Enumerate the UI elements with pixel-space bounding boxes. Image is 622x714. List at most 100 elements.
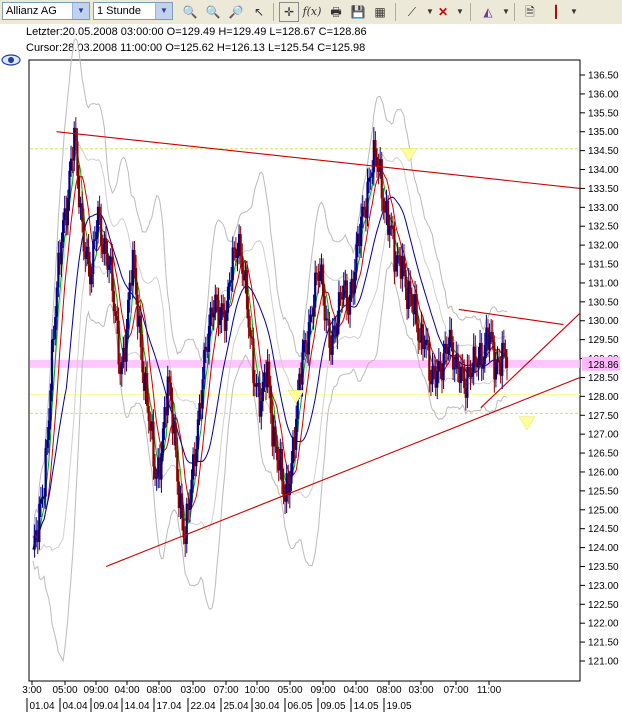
x-tick-date-label: 01.04 <box>29 701 54 712</box>
candle-body <box>255 384 258 387</box>
y-tick-label: 130.50 <box>588 297 619 308</box>
candle-body <box>331 330 334 355</box>
x-tick-date-label: 25.04 <box>223 701 248 712</box>
candle-body <box>54 317 57 339</box>
candle-body <box>161 428 165 454</box>
candle-body <box>55 287 58 318</box>
candle-body <box>90 274 93 285</box>
y-tick-label: 132.00 <box>588 241 619 252</box>
candle-body <box>290 463 293 484</box>
candle-body <box>50 339 54 391</box>
candle-body <box>410 293 413 306</box>
candle-body <box>139 315 142 348</box>
y-tick-label: 128.50 <box>588 373 619 384</box>
candle-body <box>125 328 128 362</box>
y-tick-label: 125.00 <box>588 505 619 516</box>
y-tick-label: 126.50 <box>588 449 619 460</box>
x-tick-date-label: 19.05 <box>386 701 411 712</box>
candle-body <box>233 247 236 249</box>
candle-body <box>442 353 445 381</box>
candle-body <box>46 440 49 448</box>
candle-body <box>249 327 252 337</box>
candle-body <box>488 332 491 350</box>
y-tick-label: 127.00 <box>588 430 619 441</box>
candle-body <box>339 292 342 297</box>
candle-body <box>314 272 317 308</box>
candle-body <box>114 311 117 317</box>
candle-body <box>450 329 453 343</box>
y-tick-label: 132.50 <box>588 222 619 233</box>
current-price-label: 128.86 <box>588 360 619 371</box>
candle-body <box>276 446 279 461</box>
y-tick-label: 130.00 <box>588 316 619 327</box>
x-tick-date-label: 06.05 <box>287 701 312 712</box>
candle-body <box>323 295 326 321</box>
candle-body <box>93 239 96 241</box>
candle-body <box>245 270 249 310</box>
candle-body <box>207 325 211 352</box>
candle-body <box>391 225 394 229</box>
candle-body <box>174 422 177 451</box>
candle-body <box>452 342 455 370</box>
candle-body <box>239 234 242 257</box>
x-tick-time-label: 04:00 <box>114 685 139 696</box>
candle-body <box>201 379 204 409</box>
candle-body <box>252 338 255 384</box>
candle-body <box>483 345 486 364</box>
x-tick-date-label: 14.05 <box>353 701 378 712</box>
candle-body <box>274 426 277 447</box>
candle-body <box>134 267 138 295</box>
y-tick-label: 131.00 <box>588 278 619 289</box>
candle-body <box>337 292 341 324</box>
candle-body <box>104 238 108 254</box>
x-tick-time-label: 09:00 <box>83 685 108 696</box>
candle-body <box>415 293 418 324</box>
candle-body <box>268 361 271 386</box>
candle-body <box>111 256 114 291</box>
candle-body <box>369 176 372 178</box>
candle-body <box>168 376 171 383</box>
x-axis: 3:00 01.04 05:00 04.04 09:00 09.04 04:00 14.04 0… <box>22 681 502 712</box>
candle-body <box>269 385 272 414</box>
candle-body <box>47 420 50 441</box>
candle-body <box>312 307 315 317</box>
candle-body <box>141 347 144 373</box>
x-tick-date-label: 09.05 <box>320 701 345 712</box>
candle-body <box>203 349 206 380</box>
y-tick-label: 135.00 <box>588 127 619 138</box>
candle-body <box>315 272 318 275</box>
candle-body <box>228 282 231 287</box>
candle-body <box>82 221 85 252</box>
price-chart[interactable]: 136.50 136.00 135.50 135.00 134.50 134.00 133.… <box>0 0 622 714</box>
candle-body <box>342 285 345 300</box>
y-tick-label: 122.00 <box>588 619 619 630</box>
candle-body <box>326 318 329 320</box>
candle-body <box>260 401 263 417</box>
candle-body <box>66 197 69 226</box>
candle-body <box>247 309 250 328</box>
x-tick-time-label: 08:00 <box>146 685 171 696</box>
candle-body <box>87 246 90 265</box>
x-tick-time-label: 03:00 <box>408 685 433 696</box>
x-tick-time-label: 04:00 <box>343 685 368 696</box>
candle-body <box>261 381 264 402</box>
candle-body <box>60 242 63 265</box>
candle-body <box>431 366 434 385</box>
x-tick-time-label: 07:00 <box>443 685 468 696</box>
candle-body <box>49 390 52 421</box>
candle-body <box>494 362 498 380</box>
candle-body <box>360 216 363 247</box>
candle-body <box>147 405 150 422</box>
candle-body <box>428 342 431 381</box>
candle-body <box>426 339 429 343</box>
y-tick-label: 124.50 <box>588 524 619 535</box>
candle-body <box>388 226 391 235</box>
candle-body <box>196 419 199 449</box>
candle-body <box>322 264 325 296</box>
candle-body <box>404 270 407 288</box>
candle-body <box>222 303 225 311</box>
candle-body <box>336 323 339 337</box>
candle-body <box>328 319 331 348</box>
candle-body <box>459 366 463 383</box>
candle-body <box>367 177 371 182</box>
